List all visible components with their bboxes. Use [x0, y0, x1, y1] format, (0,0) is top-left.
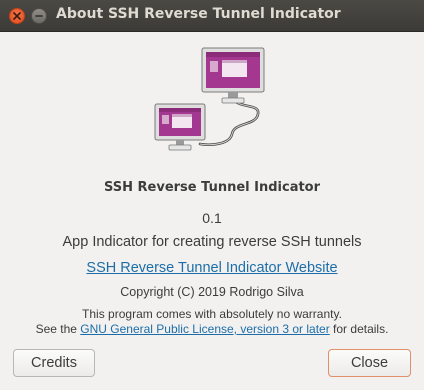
title-bar[interactable]: About SSH Reverse Tunnel Indicator [0, 0, 424, 32]
about-dialog: About SSH Reverse Tunnel Indicator SSH R… [0, 0, 424, 390]
license-prefix: See the [35, 322, 81, 336]
app-version: 0.1 [202, 210, 222, 226]
copyright-text: Copyright (C) 2019 Rodrigo Silva [120, 285, 304, 299]
close-button[interactable]: Close [328, 349, 411, 377]
license-details: See the GNU General Public License, vers… [0, 322, 424, 336]
credits-button[interactable]: Credits [13, 349, 95, 377]
minimize-icon [35, 15, 43, 17]
website-link[interactable]: SSH Reverse Tunnel Indicator Website [0, 260, 424, 276]
minimize-window-button[interactable] [31, 8, 47, 24]
window-title: About SSH Reverse Tunnel Indicator [56, 6, 341, 22]
connected-monitors-icon [154, 47, 265, 151]
license-suffix: for details. [329, 322, 389, 336]
license-warranty-text: This program comes with absolutely no wa… [82, 307, 342, 321]
app-description: App Indicator for creating reverse SSH t… [62, 234, 362, 250]
app-name: SSH Reverse Tunnel Indicator [103, 180, 321, 195]
close-icon [13, 12, 21, 20]
close-window-button[interactable] [9, 8, 25, 24]
license-link[interactable]: GNU General Public License, version 3 or… [80, 322, 329, 336]
